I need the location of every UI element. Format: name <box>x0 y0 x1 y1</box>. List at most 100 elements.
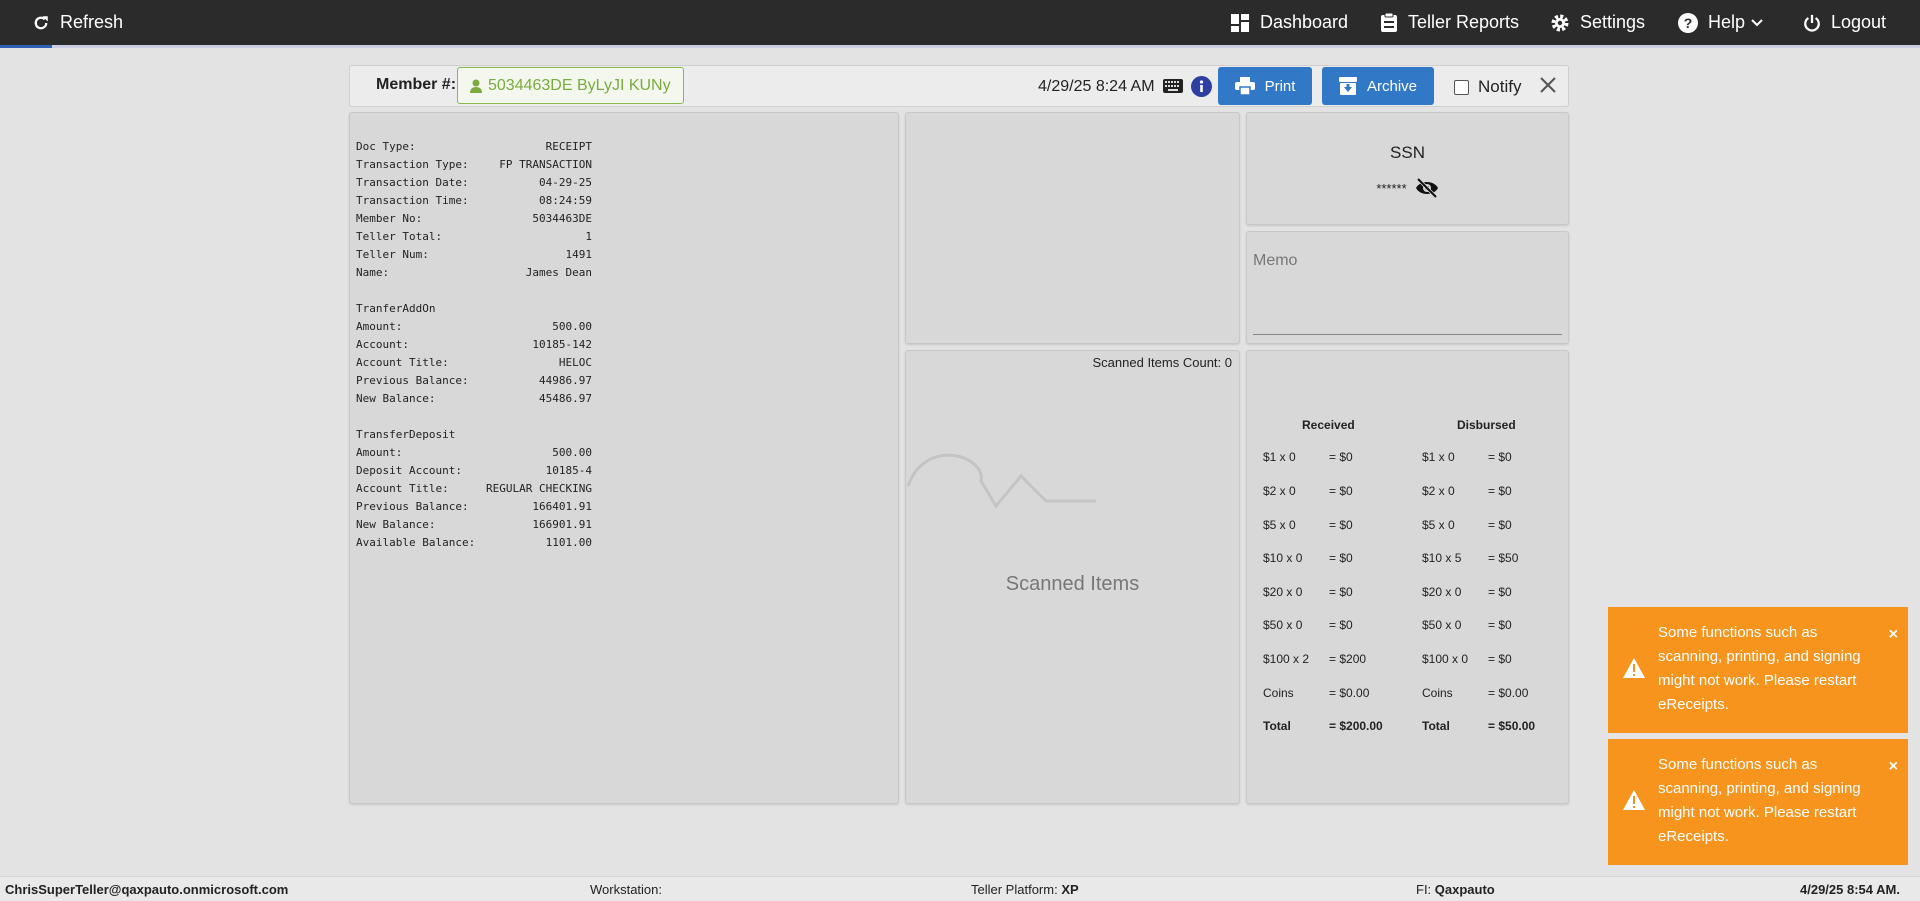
status-bar: ChrisSuperTeller@qaxpauto.onmicrosoft.co… <box>0 876 1920 901</box>
teller-reports-link[interactable]: Teller Reports <box>1380 0 1519 45</box>
ssn-title: SSN <box>1390 143 1425 162</box>
receipt-line: Transaction Date: 04-29-25 <box>356 176 592 189</box>
scanned-items-panel[interactable]: Scanned Items Count: 0 Scanned Items <box>905 350 1240 804</box>
status-platform-value: XP <box>1061 882 1079 897</box>
archive-button[interactable]: Archive <box>1322 67 1434 105</box>
received-denomination: $50 x 0 <box>1263 618 1303 632</box>
settings-label: Settings <box>1580 12 1646 32</box>
receipt-line: Teller Num: 1491 <box>356 248 592 261</box>
ssn-value-row: ****** <box>1247 178 1568 198</box>
disbursed-amount: = $50 <box>1488 551 1519 565</box>
received-coins-amount: = $0.00 <box>1329 686 1370 700</box>
scanned-items-count: Scanned Items Count: 0 <box>1092 355 1232 370</box>
received-header: Received <box>1302 418 1355 432</box>
member-bar: Member #: 5034463DE ByLyJI KUNy 4/29/25 … <box>349 65 1569 107</box>
ssn-panel: SSN ****** <box>1246 112 1569 225</box>
disbursed-amount: = $0 <box>1488 618 1512 632</box>
disbursed-coins-label: Coins <box>1422 686 1453 700</box>
help-icon: ? <box>1678 12 1698 33</box>
ssn-masked-value: ****** <box>1376 180 1407 196</box>
close-icon[interactable] <box>1539 76 1557 94</box>
receipt-line: Previous Balance: 166401.91 <box>356 500 592 513</box>
help-menu[interactable]: ? Help <box>1678 0 1773 45</box>
progress-indicator <box>0 45 52 48</box>
disbursed-amount: = $0 <box>1488 518 1512 532</box>
disbursed-coins-amount: = $0.00 <box>1488 686 1529 700</box>
received-coins-label: Coins <box>1263 686 1294 700</box>
status-fi: FI: Qaxpauto <box>1416 882 1495 897</box>
archive-label: Archive <box>1366 77 1418 95</box>
disbursed-denomination: $20 x 0 <box>1422 585 1462 599</box>
disbursed-header: Disbursed <box>1457 418 1516 432</box>
chevron-down-icon <box>1751 18 1763 26</box>
receipt-line: Transaction Time: 08:24:59 <box>356 194 592 207</box>
refresh-label: Refresh <box>60 12 124 32</box>
dashboard-link[interactable]: Dashboard <box>1230 0 1348 45</box>
receipt-section-title: TranferAddOn <box>356 302 436 315</box>
disbursed-denomination: $10 x 5 <box>1422 551 1462 565</box>
info-icon[interactable] <box>1191 76 1212 97</box>
cash-panel: Received Disbursed $1 x 0 = $0 $1 x 0 = … <box>1246 350 1569 804</box>
user-icon <box>470 79 482 93</box>
receipt-line: Member No: 5034463DE <box>356 212 592 225</box>
notify-checkbox-box[interactable] <box>1454 79 1469 95</box>
disbursed-amount: = $0 <box>1488 484 1512 498</box>
help-label: Help <box>1708 12 1746 32</box>
refresh-button[interactable]: Refresh <box>32 0 123 45</box>
received-amount: = $0 <box>1329 518 1353 532</box>
received-denomination: $1 x 0 <box>1263 450 1296 464</box>
toast-close-button[interactable]: × <box>1889 755 1898 779</box>
dashboard-icon <box>1231 13 1249 32</box>
power-icon <box>1804 14 1820 32</box>
received-amount: = $0 <box>1329 450 1353 464</box>
received-total-label: Total <box>1263 719 1291 733</box>
eye-slash-icon[interactable] <box>1415 178 1439 198</box>
refresh-icon <box>34 15 48 29</box>
status-datetime: 4/29/25 8:54 AM. <box>1800 882 1900 897</box>
receipt-line: Amount: 500.00 <box>356 446 592 459</box>
memo-panel[interactable]: Memo <box>1246 231 1569 344</box>
warning-toast: Some functions such as scanning, printin… <box>1608 739 1908 865</box>
received-amount: = $0 <box>1329 618 1353 632</box>
member-number-label: Member #: <box>376 76 457 93</box>
memo-field[interactable]: Memo <box>1253 252 1297 270</box>
status-fi-value: Qaxpauto <box>1434 882 1495 897</box>
member-chip[interactable]: 5034463DE ByLyJI KUNy <box>457 67 684 104</box>
receipt-line: Name: James Dean <box>356 266 592 279</box>
received-denomination: $2 x 0 <box>1263 484 1296 498</box>
warning-toast: Some functions such as scanning, printin… <box>1608 607 1908 733</box>
keyboard-icon[interactable] <box>1163 79 1183 93</box>
receipt-line: Account Title: HELOC <box>356 356 592 369</box>
disbursed-denomination: $100 x 0 <box>1422 652 1469 666</box>
print-label: Print <box>1264 77 1296 95</box>
disbursed-amount: = $0 <box>1488 450 1512 464</box>
logout-label: Logout <box>1831 12 1887 32</box>
gear-icon <box>1551 14 1569 31</box>
received-amount: = $0 <box>1329 585 1353 599</box>
receipt-line: New Balance: 166901.91 <box>356 518 592 531</box>
toast-close-button[interactable]: × <box>1889 623 1898 647</box>
settings-link[interactable]: Settings <box>1550 0 1645 45</box>
receipt-section-title: TransferDeposit <box>356 428 456 441</box>
dashboard-label: Dashboard <box>1260 12 1349 32</box>
disbursed-total-amount: = $50.00 <box>1488 719 1536 733</box>
member-number-value: 5034463DE ByLyJI KUNy <box>488 76 671 94</box>
memo-underline <box>1253 334 1562 335</box>
clipboard-icon <box>1381 12 1397 32</box>
status-platform: Teller Platform: XP <box>971 882 1079 897</box>
receipt-line: Available Balance: 1101.00 <box>356 536 592 549</box>
signature-panel[interactable] <box>905 112 1240 344</box>
print-button[interactable]: Print <box>1218 67 1312 105</box>
notify-checkbox[interactable]: Notify <box>1454 77 1521 97</box>
disbursed-total-label: Total <box>1422 719 1450 733</box>
archive-icon <box>1338 77 1357 95</box>
disbursed-denomination: $1 x 0 <box>1422 450 1455 464</box>
received-denomination: $100 x 2 <box>1263 652 1310 666</box>
warning-icon <box>1623 790 1645 810</box>
receipt-line: Teller Total: 1 <box>356 230 592 243</box>
logout-button[interactable]: Logout <box>1803 0 1886 45</box>
receipt-line: Previous Balance: 44986.97 <box>356 374 592 387</box>
received-amount: = $0 <box>1329 484 1353 498</box>
teller-reports-label: Teller Reports <box>1408 12 1520 32</box>
received-amount: = $200 <box>1329 652 1367 666</box>
